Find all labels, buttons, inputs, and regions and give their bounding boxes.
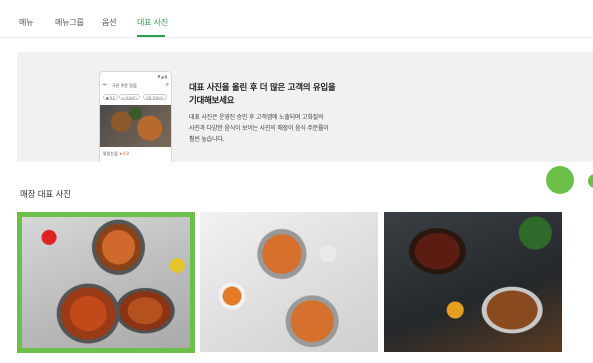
food-photo-1[interactable]: [17, 212, 195, 353]
tab-menu-group[interactable]: 메뉴그룹: [55, 17, 84, 28]
tab-bar: 메뉴 메뉴그룹 옵션 대표 사진: [0, 0, 593, 38]
search-icon: ⌕: [165, 81, 169, 88]
banner-description: 대표 사진은 운영진 승인 후 고객앱에 노출되며 고화질의 사진과 다양한 음…: [189, 114, 329, 143]
info-banner: ▼◢ ▮ ← 극은 주문 맛집 ⌕ ● 먹기 ◎ 마감하기 지금 주문하기 맛있…: [17, 52, 593, 162]
phone-chip: ● 먹기: [103, 94, 119, 100]
food-photo-3[interactable]: [384, 212, 562, 352]
tab-menu[interactable]: 메뉴: [19, 17, 34, 28]
upload-circle-button[interactable]: [546, 166, 574, 194]
phone-chip: 지금 주문하기: [143, 94, 167, 100]
phone-status-bar: ▼◢ ▮: [157, 74, 167, 79]
section-title: 매장 대표 사진: [20, 190, 71, 200]
secondary-circle-button[interactable]: [588, 174, 593, 188]
phone-shop-info: 맛있는집 ★4.8: [103, 151, 129, 157]
active-tab-indicator: [137, 35, 165, 37]
phone-screen-title: 극은 주문 맛집: [112, 83, 137, 88]
tab-representative-photo[interactable]: 대표 사진: [137, 17, 168, 28]
tab-options[interactable]: 옵션: [102, 17, 117, 28]
phone-preview: ▼◢ ▮ ← 극은 주문 맛집 ⌕ ● 먹기 ◎ 마감하기 지금 주문하기 맛있…: [99, 71, 172, 162]
banner-title: 대표 사진을 올린 후 더 많은 고객의 유입을 기대해보세요: [189, 83, 336, 106]
phone-shop-rating: ★4.8: [119, 151, 129, 156]
phone-shop-name: 맛있는집: [103, 151, 118, 156]
phone-chip-row: ● 먹기 ◎ 마감하기 지금 주문하기: [103, 94, 171, 100]
back-arrow-icon: ←: [103, 82, 108, 88]
phone-chip: ◎ 마감하기: [119, 94, 140, 100]
food-photo-2[interactable]: [200, 212, 378, 352]
phone-food-image: [100, 105, 171, 147]
phone-nav-bar: ← 극은 주문 맛집 ⌕: [103, 81, 169, 90]
